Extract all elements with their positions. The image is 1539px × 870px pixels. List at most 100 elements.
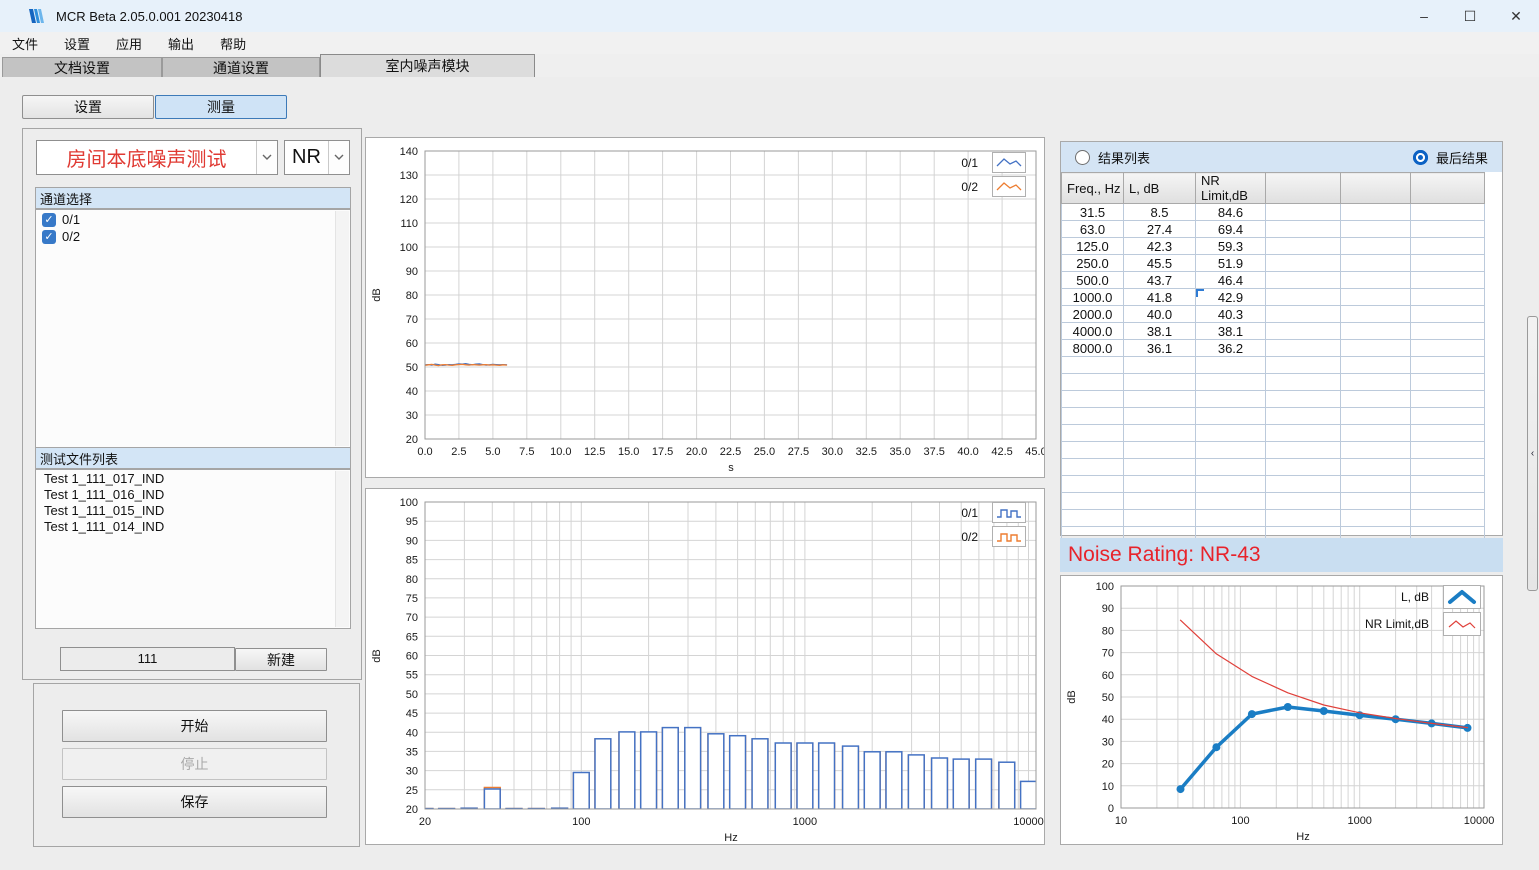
new-button[interactable]: 新建: [235, 648, 327, 671]
table-row[interactable]: [1062, 408, 1485, 425]
svg-text:100: 100: [400, 497, 418, 509]
svg-text:15.0: 15.0: [618, 446, 639, 458]
table-row[interactable]: 63.027.469.4: [1062, 221, 1485, 238]
table-row[interactable]: [1062, 357, 1485, 374]
svg-text:5.0: 5.0: [485, 446, 500, 458]
svg-text:20.0: 20.0: [686, 446, 707, 458]
title-bar: MCR Beta 2.05.0.001 20230418 – ☐ ✕: [0, 0, 1539, 32]
start-button[interactable]: 开始: [62, 710, 327, 742]
table-row[interactable]: 8000.036.136.2: [1062, 340, 1485, 357]
rating-type-dropdown-button[interactable]: [328, 141, 349, 174]
channel-item[interactable]: ✓ 0/2: [36, 227, 350, 244]
table-row[interactable]: 250.045.551.9: [1062, 255, 1485, 272]
filename-input[interactable]: 111: [60, 647, 235, 671]
radio-unselected-icon[interactable]: [1075, 150, 1090, 165]
svg-text:1000: 1000: [1347, 815, 1371, 827]
table-row[interactable]: [1062, 476, 1485, 493]
checkbox-checked-icon[interactable]: ✓: [42, 213, 56, 227]
test-file-list-header: 测试文件列表: [35, 447, 351, 469]
time-history-chart: 0.02.55.07.510.012.515.017.520.022.525.0…: [366, 138, 1044, 477]
tab-indoor-noise-module[interactable]: 室内噪声模块: [320, 54, 535, 77]
svg-text:50: 50: [1102, 692, 1114, 704]
time-history-chart-panel: 0.02.55.07.510.012.515.017.520.022.525.0…: [365, 137, 1045, 478]
test-type-combobox[interactable]: 房间本底噪声测试: [36, 140, 278, 175]
table-row[interactable]: 125.042.359.3: [1062, 238, 1485, 255]
legend-entry: NR Limit,dB: [1365, 612, 1481, 636]
table-row[interactable]: 31.58.584.6: [1062, 204, 1485, 221]
radio-selected-icon[interactable]: [1413, 150, 1428, 165]
svg-text:35.0: 35.0: [889, 446, 910, 458]
menu-help[interactable]: 帮助: [218, 33, 248, 54]
svg-text:27.5: 27.5: [788, 446, 809, 458]
table-row[interactable]: [1062, 493, 1485, 510]
results-table-header: [1266, 173, 1341, 204]
channel-label: 0/1: [62, 212, 80, 227]
table-row[interactable]: [1062, 391, 1485, 408]
bar-series-icon: [992, 502, 1026, 523]
chevron-left-icon: ‹: [1531, 448, 1534, 459]
table-row[interactable]: 500.043.746.4: [1062, 272, 1485, 289]
svg-text:60: 60: [406, 338, 418, 350]
svg-text:32.5: 32.5: [856, 446, 877, 458]
menu-application[interactable]: 应用: [114, 33, 144, 54]
svg-text:dB: dB: [1066, 690, 1078, 703]
test-type-dropdown-button[interactable]: [256, 141, 277, 174]
last-result-radio-group[interactable]: 最后结果: [1413, 148, 1488, 167]
legend-label: 0/2: [961, 180, 978, 194]
bar-series-icon: [992, 526, 1026, 547]
svg-text:25.0: 25.0: [754, 446, 775, 458]
file-item[interactable]: Test 1_111_017_IND: [36, 470, 350, 486]
channel-select-header: 通道选择: [35, 187, 351, 209]
channel-item[interactable]: ✓ 0/1: [36, 210, 350, 227]
table-row[interactable]: 4000.038.138.1: [1062, 323, 1485, 340]
menu-file[interactable]: 文件: [10, 33, 40, 54]
table-row[interactable]: [1062, 374, 1485, 391]
checkbox-checked-icon[interactable]: ✓: [42, 230, 56, 244]
save-button[interactable]: 保存: [62, 786, 327, 818]
close-button[interactable]: ✕: [1493, 0, 1539, 32]
result-list-label: 结果列表: [1098, 148, 1150, 167]
file-item[interactable]: Test 1_111_014_IND: [36, 518, 350, 534]
file-item[interactable]: Test 1_111_015_IND: [36, 502, 350, 518]
svg-text:45: 45: [406, 708, 418, 720]
noise-rating-banner: Noise Rating: NR-43: [1060, 538, 1503, 572]
spectrum-chart-panel: 2010010001000020253035404550556065707580…: [365, 488, 1045, 845]
file-item[interactable]: Test 1_111_016_IND: [36, 486, 350, 502]
menu-output[interactable]: 输出: [166, 33, 196, 54]
table-row[interactable]: [1062, 510, 1485, 527]
svg-text:40.0: 40.0: [957, 446, 978, 458]
result-list-radio-group[interactable]: 结果列表: [1075, 148, 1150, 167]
table-row[interactable]: [1062, 459, 1485, 476]
subtab-measure[interactable]: 测量: [155, 95, 287, 119]
table-row[interactable]: [1062, 442, 1485, 459]
test-file-list[interactable]: Test 1_111_017_IND Test 1_111_016_IND Te…: [35, 469, 351, 629]
results-table-header: [1411, 173, 1485, 204]
minimize-button[interactable]: –: [1401, 0, 1447, 32]
svg-text:120: 120: [400, 194, 418, 206]
tab-document-settings[interactable]: 文档设置: [2, 57, 162, 77]
rating-type-value: NR: [285, 141, 328, 174]
scrollbar-track[interactable]: [335, 471, 349, 627]
rating-type-combobox[interactable]: NR: [284, 140, 350, 175]
results-table[interactable]: Freq., HzL, dBNR Limit,dB 31.58.584.663.…: [1061, 172, 1485, 544]
svg-text:70: 70: [406, 314, 418, 326]
thin-line-series-icon: [1443, 612, 1481, 636]
chevron-down-icon: [262, 154, 272, 161]
table-row[interactable]: 1000.041.842.9: [1062, 289, 1485, 306]
svg-text:Hz: Hz: [1296, 831, 1309, 843]
panel-collapse-handle[interactable]: ‹: [1527, 316, 1538, 591]
svg-text:65: 65: [406, 631, 418, 643]
channel-list[interactable]: ✓ 0/1 ✓ 0/2: [35, 209, 351, 448]
subtab-settings[interactable]: 设置: [22, 95, 154, 119]
table-row[interactable]: 2000.040.040.3: [1062, 306, 1485, 323]
tab-channel-settings[interactable]: 通道设置: [162, 57, 320, 77]
scrollbar-track[interactable]: [335, 211, 349, 446]
svg-text:10: 10: [1115, 815, 1127, 827]
line-series-icon: [992, 152, 1026, 173]
svg-text:40: 40: [406, 386, 418, 398]
menu-settings[interactable]: 设置: [62, 33, 92, 54]
svg-text:40: 40: [406, 727, 418, 739]
maximize-button[interactable]: ☐: [1447, 0, 1493, 32]
table-row[interactable]: [1062, 425, 1485, 442]
legend-label: 0/1: [961, 156, 978, 170]
